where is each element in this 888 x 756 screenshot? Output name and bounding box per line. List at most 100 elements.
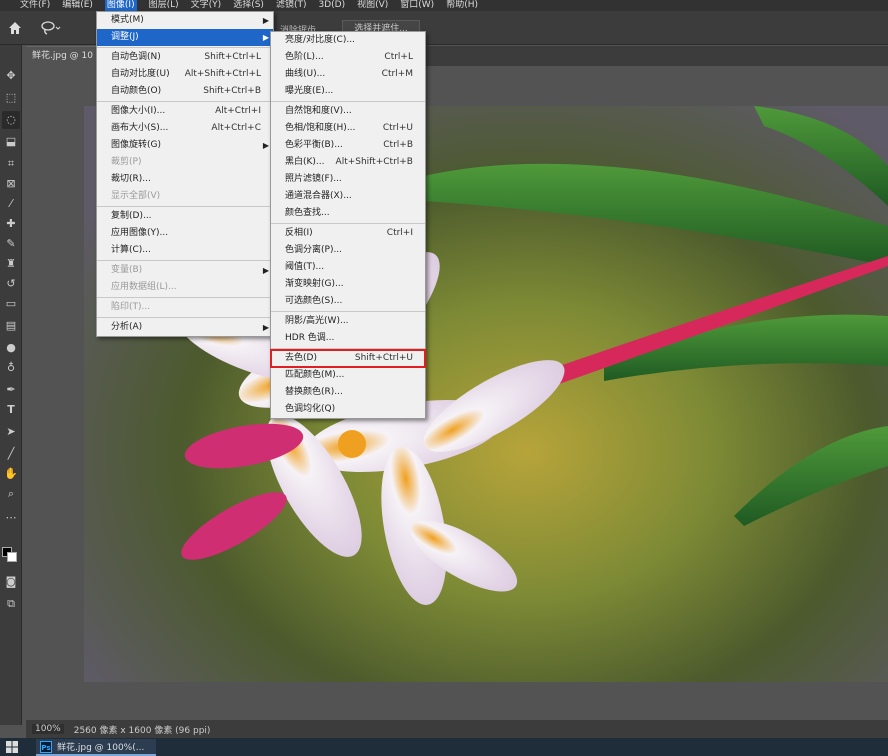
status-bar: 100% 2560 像素 x 1600 像素 (96 ppi) xyxy=(26,720,888,738)
menubar-item[interactable]: 编辑(E) xyxy=(62,0,93,11)
menu-item[interactable]: 分析(A) ▶ xyxy=(97,319,273,336)
menu-item[interactable]: 色调均化(Q) xyxy=(271,401,425,418)
menu-item[interactable]: 画布大小(S)... Alt+Ctrl+C xyxy=(97,120,273,137)
document-tab[interactable]: 鲜花.jpg @ 10 xyxy=(26,46,100,66)
quick-mask-icon[interactable]: ◙ xyxy=(2,573,20,591)
menu-item[interactable]: 去色(D) Shift+Ctrl+U xyxy=(270,349,426,368)
home-icon[interactable] xyxy=(8,21,22,35)
lasso-tool-icon[interactable]: ◌ xyxy=(2,111,20,129)
menu-item-label: 计算(C)... xyxy=(111,245,151,255)
menu-item[interactable]: 应用图像(Y)... xyxy=(97,225,273,242)
menu-item: 陷印(T)... xyxy=(97,299,273,316)
menu-item[interactable]: 模式(M) ▶ xyxy=(97,12,273,29)
more-tools-icon[interactable]: ⋯ xyxy=(2,509,20,527)
eyedropper-icon[interactable]: ⁄ xyxy=(2,195,20,213)
hand-icon[interactable]: ✋ xyxy=(2,465,20,483)
menu-separator xyxy=(271,223,425,224)
menu-item-shortcut: Ctrl+I xyxy=(386,228,413,238)
menubar-item[interactable]: 图层(L) xyxy=(149,0,179,11)
menu-separator xyxy=(97,297,273,298)
menu-item[interactable]: 色阶(L)... Ctrl+L xyxy=(271,49,425,66)
crop-icon[interactable]: ⌗ xyxy=(2,155,20,173)
menubar-item[interactable]: 滤镜(T) xyxy=(276,0,307,11)
toolbar: ✥ ⬚ ◌ ⬓ ⌗ ⊠ ⁄ ✚ ✎ ♜ ↺ ▭ ▤ ● ♁ ✒ T ➤ ╱ ✋ … xyxy=(0,45,22,725)
menu-item[interactable]: 匹配颜色(M)... xyxy=(271,367,425,384)
move-icon[interactable]: ✥ xyxy=(2,67,20,85)
windows-start-icon[interactable] xyxy=(6,741,18,753)
menubar-item[interactable]: 文字(Y) xyxy=(191,0,222,11)
menu-item[interactable]: 复制(D)... xyxy=(97,208,273,225)
menu-item[interactable]: 色彩平衡(B)... Ctrl+B xyxy=(271,137,425,154)
document-info: 2560 像素 x 1600 像素 (96 ppi) xyxy=(73,725,211,736)
menu-item[interactable]: 图像旋转(G) ▶ xyxy=(97,137,273,154)
menu-item-label: 裁切(R)... xyxy=(111,174,151,184)
zoom-level[interactable]: 100% xyxy=(32,724,64,734)
menu-item-label: 显示全部(V) xyxy=(111,191,161,201)
quick-select-icon[interactable]: ⬓ xyxy=(2,133,20,151)
menubar-item[interactable]: 视图(V) xyxy=(357,0,388,11)
menu-item-shortcut: Ctrl+U xyxy=(382,123,413,133)
menu-item[interactable]: 曝光度(E)... xyxy=(271,83,425,100)
gradient-icon[interactable]: ▤ xyxy=(2,317,20,335)
blur-icon[interactable]: ● xyxy=(2,339,20,357)
menu-item[interactable]: 自动颜色(O) Shift+Ctrl+B xyxy=(97,83,273,100)
screen-mode-icon[interactable]: ⧉ xyxy=(2,595,20,613)
menu-item-label: 色调均化(Q) xyxy=(285,404,336,414)
menu-item-label: 应用图像(Y)... xyxy=(111,228,169,238)
type-icon[interactable]: T xyxy=(2,401,20,419)
menu-item[interactable]: 色相/饱和度(H)... Ctrl+U xyxy=(271,120,425,137)
menu-item[interactable]: 计算(C)... xyxy=(97,242,273,259)
menu-item[interactable]: 自然饱和度(V)... xyxy=(271,103,425,120)
brush-icon[interactable]: ✎ xyxy=(2,235,20,253)
photoshop-taskbar-button[interactable]: Ps 鲜花.jpg @ 100%(... xyxy=(36,739,156,756)
menu-item[interactable]: 曲线(U)... Ctrl+M xyxy=(271,66,425,83)
menu-item[interactable]: 反相(I) Ctrl+I xyxy=(271,225,425,242)
menu-item[interactable]: 亮度/对比度(C)... xyxy=(271,32,425,49)
menubar-item[interactable]: 窗口(W) xyxy=(400,0,434,11)
menu-item[interactable]: 自动对比度(U) Alt+Shift+Ctrl+L xyxy=(97,66,273,83)
stamp-icon[interactable]: ♜ xyxy=(2,255,20,273)
menu-item[interactable]: 替换颜色(R)... xyxy=(271,384,425,401)
menu-separator xyxy=(271,311,425,312)
menu-item[interactable]: 渐变映射(G)... xyxy=(271,276,425,293)
healing-icon[interactable]: ✚ xyxy=(2,215,20,233)
menu-item[interactable]: 调整(J) ▶ xyxy=(97,29,273,46)
menu-item-shortcut: Alt+Ctrl+C xyxy=(211,123,261,133)
menu-item-label: 渐变映射(G)... xyxy=(285,279,344,289)
menu-item[interactable]: 黑白(K)... Alt+Shift+Ctrl+B xyxy=(271,154,425,171)
menu-item[interactable]: 图像大小(I)... Alt+Ctrl+I xyxy=(97,103,273,120)
menubar-item[interactable]: 帮助(H) xyxy=(446,0,478,11)
menu-separator xyxy=(97,47,273,48)
menubar-item[interactable]: 3D(D) xyxy=(318,0,345,11)
path-select-icon[interactable]: ➤ xyxy=(2,423,20,441)
zoom-icon[interactable]: ⌕ xyxy=(2,485,20,503)
menubar-item[interactable]: 图像(I) xyxy=(104,0,137,11)
menu-item[interactable]: 可选颜色(S)... xyxy=(271,293,425,310)
dodge-icon[interactable]: ♁ xyxy=(2,359,20,377)
menubar-item[interactable]: 文件(F) xyxy=(20,0,50,11)
menu-item[interactable]: 自动色调(N) Shift+Ctrl+L xyxy=(97,49,273,66)
menu-item[interactable]: 色调分离(P)... xyxy=(271,242,425,259)
menu-separator xyxy=(271,101,425,102)
menu-item-label: 颜色查找... xyxy=(285,208,330,218)
eraser-icon[interactable]: ▭ xyxy=(2,295,20,313)
pen-icon[interactable]: ✒ xyxy=(2,381,20,399)
lasso-icon[interactable] xyxy=(40,20,62,36)
menu-item[interactable]: 阴影/高光(W)... xyxy=(271,313,425,330)
marquee-icon[interactable]: ⬚ xyxy=(2,89,20,107)
line-icon[interactable]: ╱ xyxy=(2,445,20,463)
background-color-swatch[interactable] xyxy=(7,552,17,562)
frame-icon[interactable]: ⊠ xyxy=(2,175,20,193)
menu-item[interactable]: 阈值(T)... xyxy=(271,259,425,276)
menu-item[interactable]: 通道混合器(X)... xyxy=(271,188,425,205)
menu-item[interactable]: HDR 色调... xyxy=(271,330,425,347)
menu-item-label: 阈值(T)... xyxy=(285,262,325,272)
menu-item-label: 色彩平衡(B)... xyxy=(285,140,343,150)
menubar-item[interactable]: 选择(S) xyxy=(233,0,264,11)
menu-separator xyxy=(97,101,273,102)
image-menu: 模式(M) ▶ 调整(J) ▶ 自动色调(N) Shift+Ctrl+L 自动对比度(U) A… xyxy=(96,11,274,337)
menu-item[interactable]: 颜色查找... xyxy=(271,205,425,222)
history-brush-icon[interactable]: ↺ xyxy=(2,275,20,293)
menu-item[interactable]: 裁切(R)... xyxy=(97,171,273,188)
menu-item[interactable]: 照片滤镜(F)... xyxy=(271,171,425,188)
